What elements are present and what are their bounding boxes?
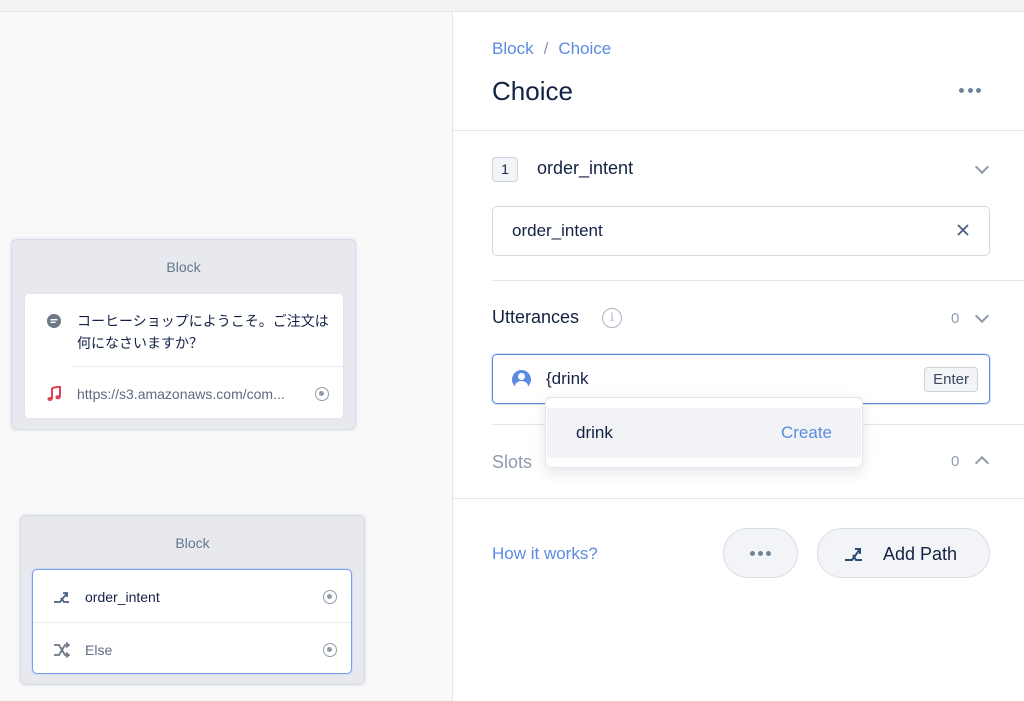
speak-step[interactable]: コーヒーショップにようこそ。ご注文は何になさいますか？ <box>25 310 343 358</box>
slots-title: Slots <box>492 452 533 472</box>
choice-number-badge: 1 <box>492 157 518 182</box>
entity-suggestion-dropdown: drink Create <box>545 397 863 468</box>
speak-text: コーヒーショップにようこそ。ご注文は何になさいますか？ <box>77 313 329 351</box>
utterance-input-value[interactable]: {drink <box>546 369 589 389</box>
editor-panel: Block / Choice Choice 1 order_intent ord… <box>452 12 1024 701</box>
chevron-up-icon[interactable] <box>974 455 990 471</box>
path-icon <box>53 588 71 606</box>
breadcrumb: Block / Choice <box>492 39 611 59</box>
user-icon <box>512 370 531 389</box>
speak-chat-icon <box>45 312 63 330</box>
audio-url: https://s3.amazonaws.com/com... <box>77 386 285 402</box>
intent-select[interactable]: order_intent <box>492 206 990 256</box>
path-port[interactable] <box>323 643 337 657</box>
header-divider <box>453 130 1024 131</box>
utterances-title: Utterances <box>492 307 580 327</box>
choice-name: order_intent <box>537 158 634 178</box>
add-path-label: Add Path <box>883 544 958 564</box>
add-path-button[interactable]: Add Path <box>817 528 990 578</box>
more-actions-button[interactable] <box>723 528 798 578</box>
chevron-down-icon[interactable] <box>974 159 990 175</box>
path-icon <box>845 548 862 561</box>
music-note-icon <box>45 385 63 403</box>
utterances-count: 0 <box>951 310 960 327</box>
shuffle-icon <box>53 641 71 659</box>
block-steps: コーヒーショップにようこそ。ご注文は何になさいますか？ https://s3.a… <box>24 293 344 419</box>
path-label: Else <box>85 642 113 658</box>
speak-block[interactable]: Block コーヒーショップにようこそ。ご注文は何になさいますか？ https:… <box>11 239 356 430</box>
create-entity-button[interactable]: Create <box>781 423 832 443</box>
path-else[interactable]: Else <box>33 639 351 661</box>
intent-value: order_intent <box>512 221 603 240</box>
suggestion-label: drink <box>576 423 613 442</box>
suggestion-item[interactable]: drink Create <box>547 408 861 458</box>
section-divider <box>492 280 1024 281</box>
close-icon[interactable] <box>955 222 971 238</box>
step-port[interactable] <box>315 387 329 401</box>
slots-count: 0 <box>951 453 960 470</box>
breadcrumb-separator: / <box>543 39 549 58</box>
top-toolbar-edge <box>0 0 1024 12</box>
audio-step[interactable]: https://s3.amazonaws.com/com... <box>25 383 343 405</box>
step-divider <box>73 366 343 367</box>
more-options-icon[interactable] <box>959 88 981 94</box>
path-divider <box>33 622 351 623</box>
footer-divider <box>453 498 1024 499</box>
breadcrumb-current[interactable]: Choice <box>558 39 611 59</box>
choice-block[interactable]: Block order_intent Else <box>20 515 365 685</box>
flow-canvas[interactable]: Block コーヒーショップにようこそ。ご注文は何になさいますか？ https:… <box>0 12 452 701</box>
path-order-intent[interactable]: order_intent <box>33 586 351 608</box>
info-icon[interactable]: i <box>602 308 622 328</box>
breadcrumb-parent[interactable]: Block <box>492 39 534 59</box>
how-it-works-link[interactable]: How it works? <box>492 544 598 564</box>
block-title: Block <box>175 535 210 551</box>
path-port[interactable] <box>323 590 337 604</box>
chevron-down-icon[interactable] <box>974 308 990 324</box>
path-label: order_intent <box>85 589 160 605</box>
block-title: Block <box>166 259 201 275</box>
page-title: Choice <box>492 76 573 106</box>
choice-paths: order_intent Else <box>32 569 352 674</box>
enter-key-hint: Enter <box>924 367 978 392</box>
